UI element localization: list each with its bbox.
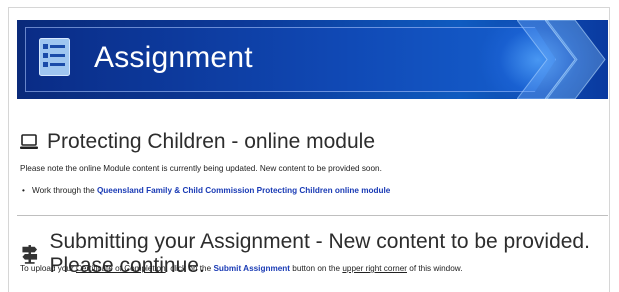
bullet-prefix: Work through the [32,186,97,195]
certificate-link[interactable]: Certificate of Completion [76,264,166,273]
banner-title: Assignment [94,41,253,74]
instr-text: , click on the [165,264,214,273]
bullet-dot: • [22,186,25,195]
instr-text: To upload your [20,264,76,273]
upload-instructions: To upload your Certificate of Completion… [20,264,463,273]
update-note: Please note the online Module content is… [20,164,382,173]
laptop-icon [20,134,38,149]
signpost-icon [22,245,38,264]
qfcc-module-link[interactable]: Queensland Family & Child Commission Pro… [97,186,390,195]
list-item: • Work through the Queensland Family & Ch… [22,186,390,195]
instr-text: button on the [290,264,343,273]
list-document-icon [39,38,70,76]
section-heading-module: Protecting Children - online module [20,130,375,154]
upper-right-corner-link[interactable]: upper right corner [342,264,407,273]
instr-text: of this window. [407,264,463,273]
divider [17,215,608,216]
submit-assignment-reference: Submit Assignment [213,264,291,273]
chevron-shape [545,20,606,99]
section-heading-text: Protecting Children - online module [47,130,376,153]
